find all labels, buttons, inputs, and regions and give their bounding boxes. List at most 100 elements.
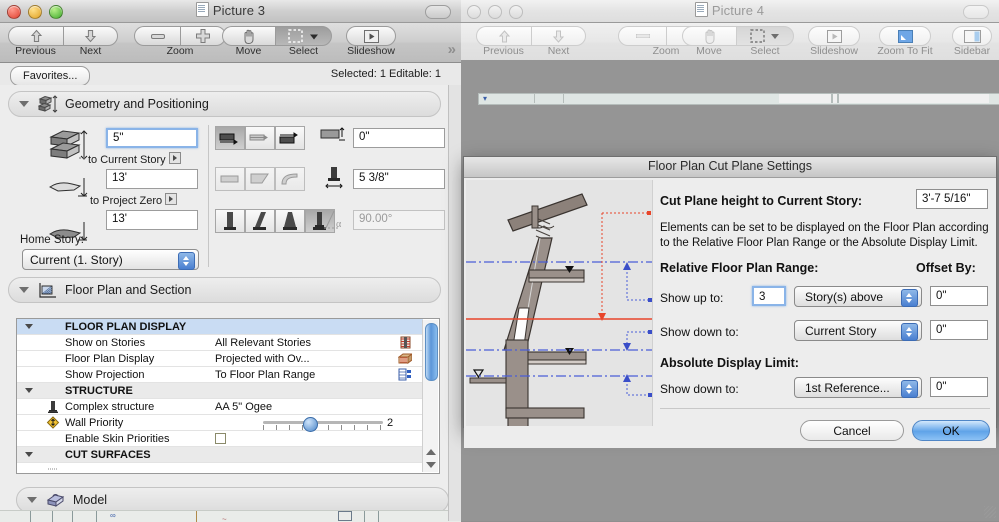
slideshow-button-right[interactable]	[808, 26, 860, 46]
floor-plan-cut-plane-dialog[interactable]: Floor Plan Cut Plane Settings	[463, 156, 997, 428]
nav-group-right[interactable]	[476, 26, 586, 46]
group-disclosure-icon[interactable]	[17, 452, 41, 457]
scrollbar-thumb[interactable]	[425, 323, 438, 381]
zoom-in-button-left[interactable]	[180, 26, 226, 46]
previous-button-right[interactable]	[476, 26, 531, 46]
disclosure-triangle-icon[interactable]	[19, 101, 29, 107]
table-row[interactable]: Wall Priority 2	[17, 415, 423, 431]
wall-ref-right-button[interactable]	[275, 126, 305, 150]
enable-skin-priorities-checkbox[interactable]	[215, 433, 226, 444]
wall-straight-button[interactable]	[215, 167, 245, 191]
list-group-row[interactable]: FLOOR PLAN DISPLAY	[17, 319, 423, 335]
nav-group-left[interactable]	[8, 26, 118, 46]
show-up-to-number-field[interactable]: 3	[752, 286, 786, 306]
ok-button[interactable]: OK	[912, 420, 990, 441]
elevation-current-story-field[interactable]: 13'	[106, 169, 198, 189]
wall-priority-slider[interactable]	[263, 417, 383, 429]
sidebar-button-right[interactable]	[952, 26, 992, 46]
toolbar-toggle-right[interactable]	[963, 5, 989, 19]
slideshow-button-left[interactable]	[346, 26, 396, 46]
table-row[interactable]: Complex structure AA 5" Ogee	[17, 399, 423, 415]
wall-trapezoid-button[interactable]	[245, 167, 275, 191]
wall-slanted-button[interactable]	[245, 209, 275, 233]
cancel-button[interactable]: Cancel	[800, 420, 904, 441]
show-down-to-offset-field[interactable]: 0"	[930, 320, 988, 340]
wall-height-field[interactable]: 5"	[106, 128, 198, 148]
section-floor-plan-and-section[interactable]: Floor Plan and Section	[8, 277, 441, 303]
popup-indicator-icon[interactable]	[165, 193, 177, 205]
zoomfit-group-right[interactable]	[879, 26, 931, 46]
favorites-button[interactable]: Favorites...	[10, 66, 90, 86]
wall-double-slanted-button[interactable]	[275, 209, 305, 233]
stepper-icon[interactable]	[178, 252, 195, 270]
show-up-to-select[interactable]: Story(s) above	[794, 286, 922, 307]
show-down-to-select[interactable]: Current Story	[794, 320, 922, 341]
select-tool-left[interactable]	[275, 26, 332, 46]
slideshow-group-left[interactable]	[346, 26, 396, 46]
slider-knob[interactable]	[303, 417, 318, 432]
home-story-select[interactable]: Current (1. Story)	[22, 249, 199, 270]
previous-label-right: Previous	[476, 45, 531, 57]
scroll-up-arrow-icon[interactable]	[426, 449, 436, 455]
toolbar-toggle-left[interactable]	[425, 5, 451, 19]
absolute-show-down-to-select[interactable]: 1st Reference...	[794, 377, 922, 398]
table-row-partial[interactable]	[17, 463, 423, 474]
table-row[interactable]: Enable Skin Priorities	[17, 431, 423, 447]
dialog-titlebar[interactable]: Floor Plan Cut Plane Settings	[464, 157, 996, 178]
move-select-group-right[interactable]	[682, 26, 794, 46]
slideshow-group-right[interactable]	[808, 26, 860, 46]
offset-field[interactable]: 0"	[353, 128, 445, 148]
floorplan-icon	[38, 281, 58, 299]
previous-button-left[interactable]	[8, 26, 63, 46]
zoom-out-button-right[interactable]	[618, 26, 666, 46]
sidebar-group-right[interactable]	[952, 26, 992, 46]
disclosure-triangle-icon[interactable]	[27, 497, 37, 503]
angle-field[interactable]: 90.00°	[353, 210, 445, 230]
list-group-row[interactable]: CUT SURFACES	[17, 447, 423, 463]
resize-grip-right[interactable]	[984, 506, 996, 518]
titlebar-picture-3[interactable]: Picture 3	[0, 0, 461, 23]
move-tool-left[interactable]	[222, 26, 275, 46]
zoom-to-fit-button-right[interactable]	[879, 26, 931, 46]
stepper-icon[interactable]	[901, 289, 918, 307]
elevation-project-zero-field[interactable]: 13'	[106, 210, 198, 230]
previous-label-left: Previous	[8, 45, 63, 57]
next-button-left[interactable]	[63, 26, 118, 46]
list-group-row[interactable]: STRUCTURE	[17, 383, 423, 399]
next-button-right[interactable]	[531, 26, 586, 46]
offset-by-heading: Offset By:	[916, 261, 976, 275]
select-tool-right[interactable]	[736, 26, 794, 46]
zoom-out-button-left[interactable]	[134, 26, 180, 46]
titlebar-picture-4[interactable]: Picture 4	[460, 0, 999, 23]
toolbar-overflow-icon[interactable]: »	[448, 41, 453, 58]
popup-indicator-icon[interactable]	[169, 152, 181, 164]
scroll-down-arrow-icon[interactable]	[426, 462, 436, 468]
list-scrollbar[interactable]	[422, 320, 438, 472]
wall-ref-left-button[interactable]	[215, 126, 245, 150]
to-current-story-label[interactable]: to Current Story	[88, 152, 181, 166]
stepper-icon[interactable]	[901, 380, 918, 398]
absolute-offset-field[interactable]: 0"	[930, 377, 988, 397]
zoom-group-left[interactable]	[134, 26, 226, 46]
disclosure-triangle-icon[interactable]	[19, 287, 29, 293]
window-picture-3[interactable]: Picture 3 Previous Next	[0, 0, 461, 521]
group-disclosure-icon[interactable]	[17, 324, 41, 329]
to-project-zero-label[interactable]: to Project Zero	[90, 193, 177, 207]
palette-scrollbar[interactable]	[448, 85, 461, 521]
wall-ref-center-button[interactable]	[245, 126, 275, 150]
floor-plan-settings-list[interactable]: FLOOR PLAN DISPLAY Show on Stories All R…	[16, 318, 440, 474]
table-row[interactable]: Show Projection To Floor Plan Range	[17, 367, 423, 383]
cut-plane-height-field[interactable]: 3'-7 5/16"	[916, 189, 988, 209]
wall-polygon-button[interactable]	[275, 167, 305, 191]
thickness-field[interactable]: 5 3/8"	[353, 169, 445, 189]
table-row[interactable]: Floor Plan Display Projected with Ov...	[17, 351, 423, 367]
show-up-to-offset-field[interactable]: 0"	[930, 286, 988, 306]
complex-structure-icon	[47, 400, 59, 413]
move-select-group-left[interactable]	[222, 26, 332, 46]
group-disclosure-icon[interactable]	[17, 388, 41, 393]
table-row[interactable]: Show on Stories All Relevant Stories	[17, 335, 423, 351]
stepper-icon[interactable]	[901, 323, 918, 341]
move-tool-right[interactable]	[682, 26, 736, 46]
section-geometry-and-positioning[interactable]: Geometry and Positioning	[8, 91, 441, 117]
wall-vertical-button[interactable]	[215, 209, 245, 233]
